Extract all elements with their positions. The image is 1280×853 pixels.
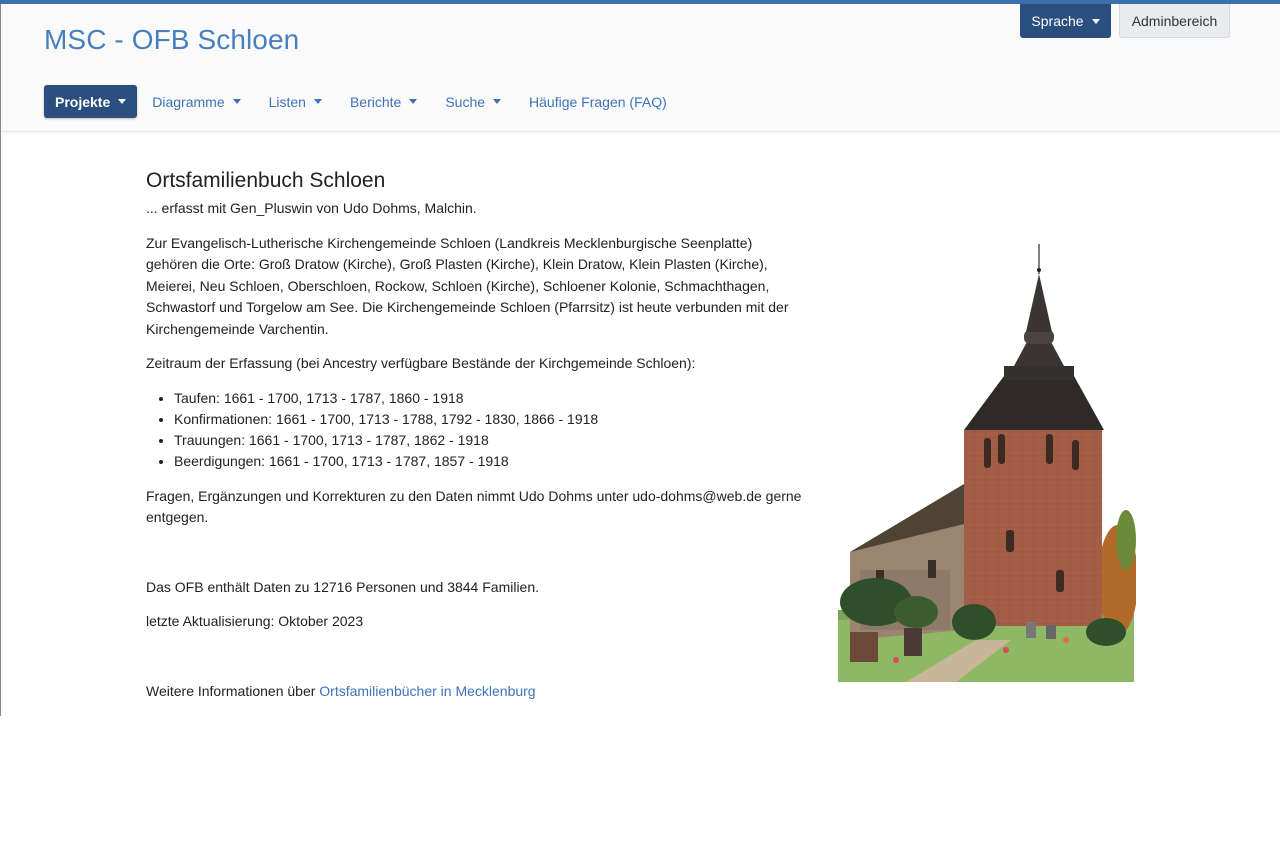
subtitle: ... erfasst mit Gen_Pluswin von Udo Dohm… <box>146 200 477 216</box>
nav-suche-label: Suche <box>445 93 486 110</box>
nav-diagramme-label: Diagramme <box>152 93 225 110</box>
nav-listen[interactable]: Listen <box>269 85 322 118</box>
period-list: Taufen: 1661 - 1700, 1713 - 1787, 1860 -… <box>146 388 826 473</box>
nav-suche[interactable]: Suche <box>445 85 502 118</box>
chevron-down-icon <box>313 99 322 104</box>
nav-faq-label: Häufige Fragen (FAQ) <box>529 93 667 110</box>
intro-paragraph: Zur Evangelisch-Lutherische Kirchengemei… <box>146 234 789 337</box>
admin-button[interactable]: Adminbereich <box>1119 4 1230 38</box>
language-button[interactable]: Sprache <box>1020 4 1111 38</box>
language-button-label: Sprache <box>1031 13 1084 29</box>
chevron-down-icon <box>232 99 241 104</box>
period-heading: Zeitraum der Erfassung (bei Ancestry ver… <box>146 355 696 371</box>
nav-projekte[interactable]: Projekte <box>44 85 138 118</box>
nav-berichte[interactable]: Berichte <box>349 85 418 118</box>
nav-berichte-label: Berichte <box>349 93 402 110</box>
stats-text: Das OFB enthält Daten zu 12716 Personen … <box>146 578 540 595</box>
list-item: Trauungen: 1661 - 1700, 1713 - 1787, 186… <box>174 430 826 451</box>
list-item: Konfirmationen: 1661 - 1700, 1713 - 1788… <box>174 409 826 430</box>
more-info-prefix: Weitere Informationen über <box>146 682 320 699</box>
main-nav: Projekte Diagramme Listen Berichte Suche… <box>44 85 695 118</box>
more-info: Weitere Informationen über Ortsfamilienb… <box>146 681 826 703</box>
contact-paragraph: Fragen, Ergänzungen und Korrekturen zu d… <box>146 487 802 526</box>
nav-projekte-label: Projekte <box>55 93 111 110</box>
chevron-down-icon <box>493 99 502 104</box>
chevron-down-icon <box>118 99 127 104</box>
nav-diagramme[interactable]: Diagramme <box>152 85 241 118</box>
nav-listen-label: Listen <box>268 93 306 110</box>
church-image <box>838 244 1136 682</box>
chevron-down-icon <box>409 99 418 104</box>
updated-text: letzte Aktualisierung: Oktober 2023 <box>146 613 364 630</box>
chevron-down-icon <box>1091 18 1100 24</box>
main-content: Ortsfamilienbuch Schloen ... erfasst mit… <box>146 168 826 715</box>
page-title: Ortsfamilienbuch Schloen <box>146 169 386 192</box>
list-item: Beerdigungen: 1661 - 1700, 1713 - 1787, … <box>174 451 826 472</box>
nav-faq[interactable]: Häufige Fragen (FAQ) <box>529 85 667 118</box>
site-title[interactable]: MSC - OFB Schloen <box>44 24 299 56</box>
ofb-mecklenburg-link[interactable]: Ortsfamilienbücher in Mecklenburg <box>319 683 535 699</box>
list-item: Taufen: 1661 - 1700, 1713 - 1787, 1860 -… <box>174 388 826 409</box>
